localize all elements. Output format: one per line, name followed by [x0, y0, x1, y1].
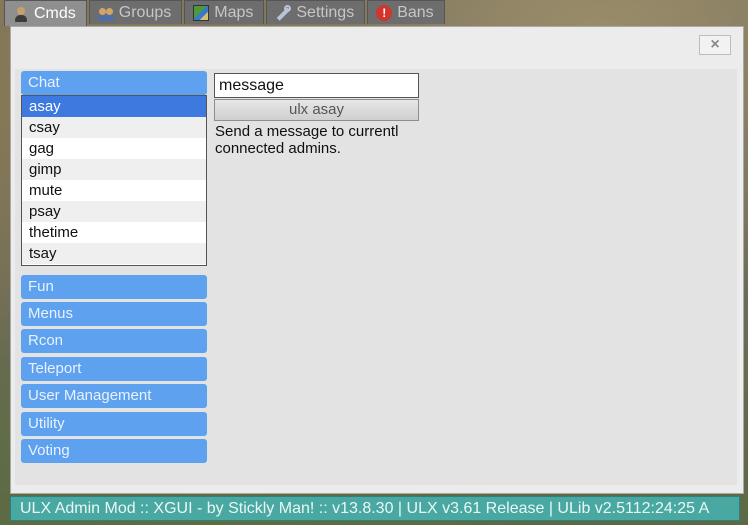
category-chat[interactable]: Chat [21, 71, 207, 95]
group-icon [97, 5, 114, 21]
wrench-icon [275, 4, 292, 21]
category-utility[interactable]: Utility [21, 412, 207, 436]
close-button[interactable]: × [699, 35, 731, 55]
commands-content: Chat asay csay gag gimp mute psay thetim… [15, 69, 737, 485]
ban-icon: ! [376, 4, 393, 21]
tab-groups[interactable]: Groups [88, 0, 183, 24]
tab-bar: Cmds Groups Maps Settings ! Bans [4, 0, 445, 26]
tab-bans[interactable]: ! Bans [367, 0, 445, 24]
list-item[interactable]: mute [22, 180, 206, 201]
category-voting[interactable]: Voting [21, 439, 207, 463]
tab-label: Maps [214, 3, 254, 21]
tab-cmds[interactable]: Cmds [4, 0, 87, 26]
list-item[interactable]: gag [22, 138, 206, 159]
person-icon [13, 6, 29, 22]
message-input[interactable] [214, 73, 419, 98]
status-bar: ULX Admin Mod :: XGUI - by Stickly Man! … [10, 496, 740, 521]
run-command-button[interactable]: ulx asay [214, 99, 419, 121]
tab-label: Bans [397, 3, 434, 21]
list-item[interactable]: csay [22, 117, 206, 138]
tab-maps[interactable]: Maps [184, 0, 265, 24]
tab-settings[interactable]: Settings [266, 0, 366, 24]
category-rcon[interactable]: Rcon [21, 329, 207, 353]
list-item[interactable]: psay [22, 201, 206, 222]
command-help-text: Send a message to currentl connected adm… [215, 123, 421, 157]
category-user-management[interactable]: User Management [21, 384, 207, 408]
tab-label: Settings [296, 3, 355, 21]
category-menus[interactable]: Menus [21, 302, 207, 326]
tab-label: Cmds [34, 4, 76, 22]
map-icon [193, 4, 210, 21]
list-item[interactable]: asay [22, 96, 206, 117]
help-line: Send a message to currentl [215, 123, 399, 140]
command-list: asay csay gag gimp mute psay thetime tsa… [21, 95, 207, 266]
list-item[interactable]: tsay [22, 243, 206, 264]
category-teleport[interactable]: Teleport [21, 357, 207, 381]
category-fun[interactable]: Fun [21, 275, 207, 299]
xgui-panel: × Chat asay csay gag gimp mute psay thet… [10, 26, 744, 494]
list-item[interactable]: gimp [22, 159, 206, 180]
help-line: connected admins. [215, 140, 341, 157]
list-item[interactable]: thetime [22, 222, 206, 243]
tab-label: Groups [118, 3, 172, 21]
